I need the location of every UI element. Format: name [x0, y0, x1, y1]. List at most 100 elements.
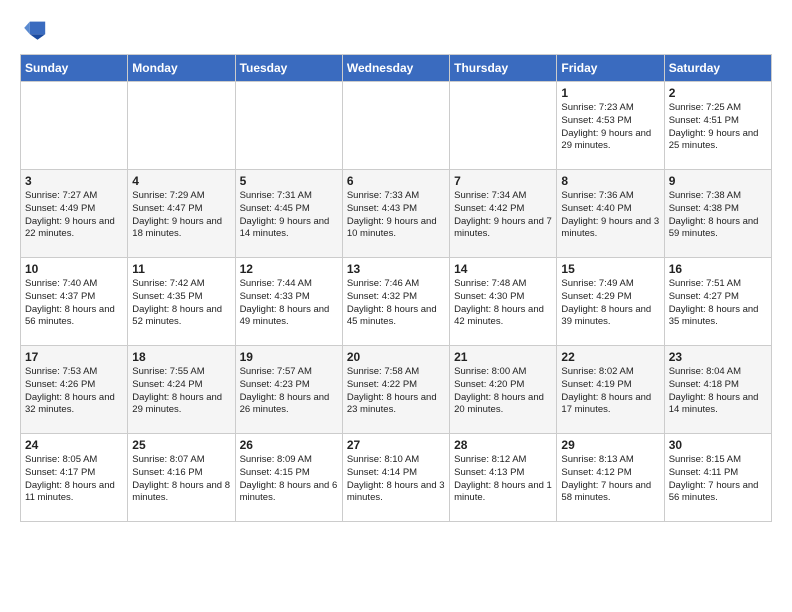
- calendar-cell: 14 Sunrise: 7:48 AMSunset: 4:30 PMDayligh…: [450, 258, 557, 346]
- day-number: 17: [25, 350, 123, 364]
- calendar-cell: 13Sunrise: 7:46 AMSunset: 4:32 PMDayligh…: [342, 258, 449, 346]
- calendar-cell: 15Sunrise: 7:49 AMSunset: 4:29 PMDayligh…: [557, 258, 664, 346]
- day-number: 27: [347, 438, 445, 452]
- day-info: Sunrise: 7:55 AMSunset: 4:24 PMDaylight:…: [132, 366, 230, 417]
- calendar-cell: 4 Sunrise: 7:29 AMSunset: 4:47 PMDaylight…: [128, 170, 235, 258]
- calendar-cell: 3Sunrise: 7:27 AMSunset: 4:49 PMDaylight…: [21, 170, 128, 258]
- day-number: 21: [454, 350, 552, 364]
- day-info: Sunrise: 8:09 AMSunset: 4:15 PMDaylight:…: [240, 454, 338, 505]
- calendar-cell: 1 Sunrise: 7:23 AMSunset: 4:53 PMDaylight…: [557, 82, 664, 170]
- calendar-cell: [342, 82, 449, 170]
- day-info: Sunrise: 7:48 AMSunset: 4:30 PMDaylight:…: [454, 278, 552, 329]
- day-info: Sunrise: 7:46 AMSunset: 4:32 PMDaylight:…: [347, 278, 445, 329]
- calendar-cell: 28 Sunrise: 8:12 AMSunset: 4:13 PMDayligh…: [450, 434, 557, 522]
- day-number: 5: [240, 174, 338, 188]
- day-info: Sunrise: 7:57 AMSunset: 4:23 PMDaylight:…: [240, 366, 338, 417]
- logo-icon: [20, 16, 48, 44]
- day-info: Sunrise: 7:53 AMSunset: 4:26 PMDaylight:…: [25, 366, 123, 417]
- day-info: Sunrise: 7:31 AMSunset: 4:45 PMDaylight:…: [240, 190, 338, 241]
- calendar-cell: 5 Sunrise: 7:31 AMSunset: 4:45 PMDaylight…: [235, 170, 342, 258]
- calendar-cell: 18 Sunrise: 7:55 AMSunset: 4:24 PMDayligh…: [128, 346, 235, 434]
- calendar-cell: [21, 82, 128, 170]
- day-number: 11: [132, 262, 230, 276]
- calendar-cell: 20 Sunrise: 7:58 AMSunset: 4:22 PMDayligh…: [342, 346, 449, 434]
- col-header-wednesday: Wednesday: [342, 55, 449, 82]
- col-header-saturday: Saturday: [664, 55, 771, 82]
- day-number: 12: [240, 262, 338, 276]
- day-info: Sunrise: 7:44 AMSunset: 4:33 PMDaylight:…: [240, 278, 338, 329]
- calendar-cell: 23 Sunrise: 8:04 AMSunset: 4:18 PMDayligh…: [664, 346, 771, 434]
- day-number: 8: [561, 174, 659, 188]
- col-header-tuesday: Tuesday: [235, 55, 342, 82]
- col-header-thursday: Thursday: [450, 55, 557, 82]
- day-number: 23: [669, 350, 767, 364]
- day-info: Sunrise: 7:49 AMSunset: 4:29 PMDaylight:…: [561, 278, 659, 329]
- calendar-cell: 9Sunrise: 7:38 AMSunset: 4:38 PMDaylight…: [664, 170, 771, 258]
- day-info: Sunrise: 8:04 AMSunset: 4:18 PMDaylight:…: [669, 366, 767, 417]
- day-number: 24: [25, 438, 123, 452]
- calendar-cell: 12 Sunrise: 7:44 AMSunset: 4:33 PMDayligh…: [235, 258, 342, 346]
- day-info: Sunrise: 8:02 AMSunset: 4:19 PMDaylight:…: [561, 366, 659, 417]
- calendar-cell: 26 Sunrise: 8:09 AMSunset: 4:15 PMDayligh…: [235, 434, 342, 522]
- day-info: Sunrise: 8:07 AMSunset: 4:16 PMDaylight:…: [132, 454, 230, 505]
- day-number: 26: [240, 438, 338, 452]
- calendar-table: SundayMondayTuesdayWednesdayThursdayFrid…: [20, 54, 772, 522]
- day-number: 29: [561, 438, 659, 452]
- calendar-cell: 8 Sunrise: 7:36 AMSunset: 4:40 PMDaylight…: [557, 170, 664, 258]
- calendar-week-3: 17 Sunrise: 7:53 AMSunset: 4:26 PMDayligh…: [21, 346, 772, 434]
- header: [20, 16, 772, 44]
- day-number: 28: [454, 438, 552, 452]
- calendar-week-1: 3Sunrise: 7:27 AMSunset: 4:49 PMDaylight…: [21, 170, 772, 258]
- calendar-cell: 24 Sunrise: 8:05 AMSunset: 4:17 PMDayligh…: [21, 434, 128, 522]
- calendar-week-4: 24 Sunrise: 8:05 AMSunset: 4:17 PMDayligh…: [21, 434, 772, 522]
- calendar-cell: 19Sunrise: 7:57 AMSunset: 4:23 PMDayligh…: [235, 346, 342, 434]
- day-info: Sunrise: 8:13 AMSunset: 4:12 PMDaylight:…: [561, 454, 659, 505]
- day-number: 22: [561, 350, 659, 364]
- calendar-cell: 22 Sunrise: 8:02 AMSunset: 4:19 PMDayligh…: [557, 346, 664, 434]
- day-number: 25: [132, 438, 230, 452]
- calendar-cell: 6 Sunrise: 7:33 AMSunset: 4:43 PMDaylight…: [342, 170, 449, 258]
- calendar-cell: 17 Sunrise: 7:53 AMSunset: 4:26 PMDayligh…: [21, 346, 128, 434]
- col-header-friday: Friday: [557, 55, 664, 82]
- day-number: 18: [132, 350, 230, 364]
- day-number: 16: [669, 262, 767, 276]
- day-info: Sunrise: 7:40 AMSunset: 4:37 PMDaylight:…: [25, 278, 123, 329]
- calendar-cell: [235, 82, 342, 170]
- calendar-cell: 7 Sunrise: 7:34 AMSunset: 4:42 PMDaylight…: [450, 170, 557, 258]
- logo: [20, 16, 52, 44]
- day-number: 2: [669, 86, 767, 100]
- calendar-cell: 10Sunrise: 7:40 AMSunset: 4:37 PMDayligh…: [21, 258, 128, 346]
- day-number: 7: [454, 174, 552, 188]
- calendar-cell: 30 Sunrise: 8:15 AMSunset: 4:11 PMDayligh…: [664, 434, 771, 522]
- calendar-cell: 27Sunrise: 8:10 AMSunset: 4:14 PMDayligh…: [342, 434, 449, 522]
- calendar-cell: 21 Sunrise: 8:00 AMSunset: 4:20 PMDayligh…: [450, 346, 557, 434]
- day-number: 9: [669, 174, 767, 188]
- calendar-cell: 16Sunrise: 7:51 AMSunset: 4:27 PMDayligh…: [664, 258, 771, 346]
- day-number: 4: [132, 174, 230, 188]
- calendar-week-2: 10Sunrise: 7:40 AMSunset: 4:37 PMDayligh…: [21, 258, 772, 346]
- day-info: Sunrise: 7:23 AMSunset: 4:53 PMDaylight:…: [561, 102, 659, 153]
- day-number: 20: [347, 350, 445, 364]
- day-info: Sunrise: 7:29 AMSunset: 4:47 PMDaylight:…: [132, 190, 230, 241]
- day-number: 30: [669, 438, 767, 452]
- page: SundayMondayTuesdayWednesdayThursdayFrid…: [0, 0, 792, 532]
- calendar-cell: [128, 82, 235, 170]
- day-info: Sunrise: 7:34 AMSunset: 4:42 PMDaylight:…: [454, 190, 552, 241]
- day-info: Sunrise: 8:15 AMSunset: 4:11 PMDaylight:…: [669, 454, 767, 505]
- day-info: Sunrise: 8:00 AMSunset: 4:20 PMDaylight:…: [454, 366, 552, 417]
- day-info: Sunrise: 7:42 AMSunset: 4:35 PMDaylight:…: [132, 278, 230, 329]
- calendar-cell: [450, 82, 557, 170]
- col-header-sunday: Sunday: [21, 55, 128, 82]
- day-info: Sunrise: 7:25 AMSunset: 4:51 PMDaylight:…: [669, 102, 767, 153]
- calendar-cell: 11 Sunrise: 7:42 AMSunset: 4:35 PMDayligh…: [128, 258, 235, 346]
- day-info: Sunrise: 7:36 AMSunset: 4:40 PMDaylight:…: [561, 190, 659, 241]
- day-info: Sunrise: 7:33 AMSunset: 4:43 PMDaylight:…: [347, 190, 445, 241]
- day-number: 14: [454, 262, 552, 276]
- day-number: 1: [561, 86, 659, 100]
- day-number: 3: [25, 174, 123, 188]
- day-number: 6: [347, 174, 445, 188]
- day-info: Sunrise: 8:05 AMSunset: 4:17 PMDaylight:…: [25, 454, 123, 505]
- calendar-cell: 29 Sunrise: 8:13 AMSunset: 4:12 PMDayligh…: [557, 434, 664, 522]
- day-info: Sunrise: 7:58 AMSunset: 4:22 PMDaylight:…: [347, 366, 445, 417]
- day-info: Sunrise: 8:12 AMSunset: 4:13 PMDaylight:…: [454, 454, 552, 505]
